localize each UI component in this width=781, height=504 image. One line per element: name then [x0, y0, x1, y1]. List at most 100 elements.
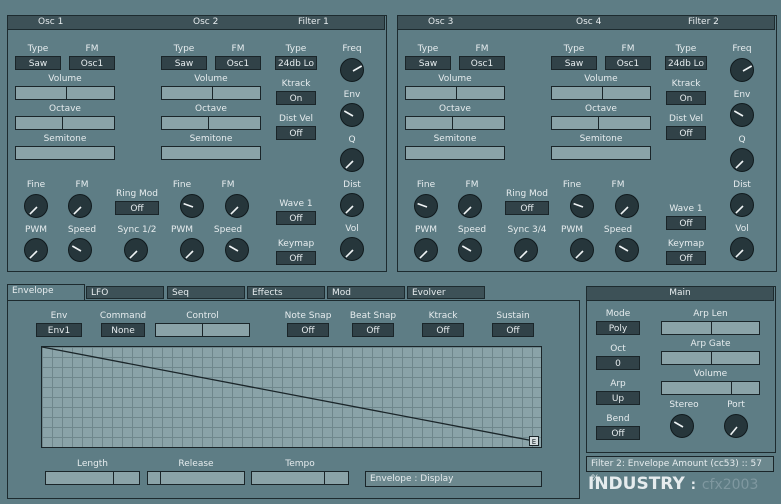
right-osc4-pwm-knob[interactable] [570, 238, 594, 262]
right-distvel-toggle[interactable]: Off [666, 126, 706, 140]
right-osc_b-volume-slider[interactable] [551, 86, 651, 100]
right-osc_a-octave-slider[interactable] [405, 116, 505, 130]
right-osc_a-volume-slider[interactable] [405, 86, 505, 100]
right-osc_a-type-select[interactable]: Saw [405, 56, 451, 70]
left-osc_b-fm-select[interactable]: Osc1 [215, 56, 261, 70]
right-osc_a-fm-select[interactable]: Osc1 [459, 56, 505, 70]
right-osc_b-type-select[interactable]: Saw [551, 56, 597, 70]
stereo-knob[interactable] [670, 414, 694, 438]
right-osc3-pwm-knob[interactable] [414, 238, 438, 262]
left-keymap-toggle[interactable]: Off [276, 251, 316, 265]
osc3-header: Osc 3 [428, 17, 454, 27]
left-osc_a-volume-slider[interactable] [15, 86, 115, 100]
left-osc_a-semitone-slider[interactable] [15, 146, 115, 160]
arp-label: Arp [610, 379, 626, 389]
bend-select[interactable]: Off [596, 426, 640, 440]
length-slider[interactable] [45, 471, 140, 485]
left-distvel-toggle[interactable]: Off [276, 126, 316, 140]
right-osc3-speed-knob[interactable] [458, 238, 482, 262]
left-osc_a-type-label: Type [27, 44, 49, 54]
length-label: Length [76, 459, 109, 469]
left-filter-type-select[interactable]: 24db Lo [275, 56, 317, 70]
left-osc1-fm-knob[interactable] [68, 194, 92, 218]
right-osc_b-semitone-slider[interactable] [551, 146, 651, 160]
tempo-slider[interactable] [251, 471, 349, 485]
command-select[interactable]: None [101, 323, 145, 337]
right-osc3-fm-knob[interactable] [458, 194, 482, 218]
right-osc_b-volume-label: Volume [584, 74, 618, 84]
tab-lfo[interactable]: LFO [86, 286, 164, 299]
right-filter-type-select[interactable]: 24db Lo [665, 56, 707, 70]
left-osc_b-speed-label: Speed [213, 225, 243, 235]
env-ktrack-toggle[interactable]: Off [422, 323, 464, 337]
right-dist-knob[interactable] [730, 193, 754, 217]
left-freq-knob[interactable] [340, 58, 364, 82]
arp-gate-slider[interactable] [661, 351, 760, 365]
main-volume-slider[interactable] [661, 381, 760, 395]
left-osc1-pwm-knob[interactable] [24, 238, 48, 262]
left-osc1-speed-knob[interactable] [68, 238, 92, 262]
release-slider[interactable] [147, 471, 245, 485]
tab-seq[interactable]: Seq [167, 286, 245, 299]
port-knob[interactable] [724, 414, 748, 438]
right-osc_a-semitone-label: Semitone [433, 134, 477, 144]
note-snap-toggle[interactable]: Off [287, 323, 329, 337]
right-osc4-speed-knob[interactable] [615, 238, 639, 262]
tab-mod[interactable]: Mod [327, 286, 405, 299]
left-wave-toggle[interactable]: Off [276, 211, 316, 225]
arp-select[interactable]: Up [596, 391, 640, 405]
mode-select[interactable]: Poly [596, 321, 640, 335]
right-freq-knob[interactable] [730, 58, 754, 82]
right-osc_b-octave-label: Octave [585, 104, 617, 114]
left-osc_a-octave-slider[interactable] [15, 116, 115, 130]
left-osc2-fine-knob[interactable] [180, 194, 204, 218]
left-ringmod-toggle[interactable]: Off [115, 201, 159, 215]
env-select[interactable]: Env1 [36, 323, 82, 337]
arp-len-slider[interactable] [661, 321, 760, 335]
right-osc_b-fm-select[interactable]: Osc1 [605, 56, 651, 70]
right-osc3-fine-knob[interactable] [414, 194, 438, 218]
oct-select[interactable]: 0 [596, 356, 640, 370]
left-osc_a-fm-select[interactable]: Osc1 [69, 56, 115, 70]
right-sync-knob[interactable] [514, 238, 538, 262]
envelope-end-marker[interactable]: E [529, 436, 539, 446]
tab-envelope[interactable]: Envelope [7, 284, 85, 300]
right-wave-toggle[interactable]: Off [666, 216, 706, 230]
left-env-knob[interactable] [340, 103, 364, 127]
right-vol-knob[interactable] [730, 237, 754, 261]
left-q-knob[interactable] [340, 148, 364, 172]
right-osc4-fine-knob[interactable] [570, 194, 594, 218]
tempo-label: Tempo [285, 459, 315, 469]
envelope-editor[interactable]: E [41, 346, 542, 448]
left-filter-ktrack-toggle[interactable]: On [276, 91, 316, 105]
beat-snap-toggle[interactable]: Off [352, 323, 394, 337]
left-osc_b-octave-slider[interactable] [161, 116, 261, 130]
right-filter-ktrack-toggle[interactable]: On [666, 91, 706, 105]
right-osc4-fm-knob[interactable] [615, 194, 639, 218]
osc2-header: Osc 2 [193, 17, 219, 27]
left-osc2-fm-knob[interactable] [225, 194, 249, 218]
left-filter-q-label: Q [348, 135, 356, 145]
left-osc_b-volume-slider[interactable] [161, 86, 261, 100]
left-osc_a-fine-label: Fine [26, 180, 46, 190]
left-sync-knob[interactable] [124, 238, 148, 262]
left-osc_b-type-select[interactable]: Saw [161, 56, 207, 70]
left-osc2-pwm-knob[interactable] [180, 238, 204, 262]
left-dist-knob[interactable] [340, 193, 364, 217]
left-osc_b-semitone-slider[interactable] [161, 146, 261, 160]
left-osc2-speed-knob[interactable] [225, 238, 249, 262]
tab-evolver[interactable]: Evolver [407, 286, 485, 299]
right-q-knob[interactable] [730, 148, 754, 172]
left-osc1-fine-knob[interactable] [24, 194, 48, 218]
control-slider[interactable] [155, 323, 250, 337]
right-ringmod-toggle[interactable]: Off [505, 201, 549, 215]
right-env-knob[interactable] [730, 103, 754, 127]
left-vol-knob[interactable] [340, 237, 364, 261]
right-keymap-toggle[interactable]: Off [666, 251, 706, 265]
right-osc_a-semitone-slider[interactable] [405, 146, 505, 160]
right-osc_b-octave-slider[interactable] [551, 116, 651, 130]
sustain-toggle[interactable]: Off [492, 323, 534, 337]
left-osc_a-type-select[interactable]: Saw [15, 56, 61, 70]
tab-effects[interactable]: Effects [247, 286, 325, 299]
note-snap-label: Note Snap [284, 311, 332, 321]
